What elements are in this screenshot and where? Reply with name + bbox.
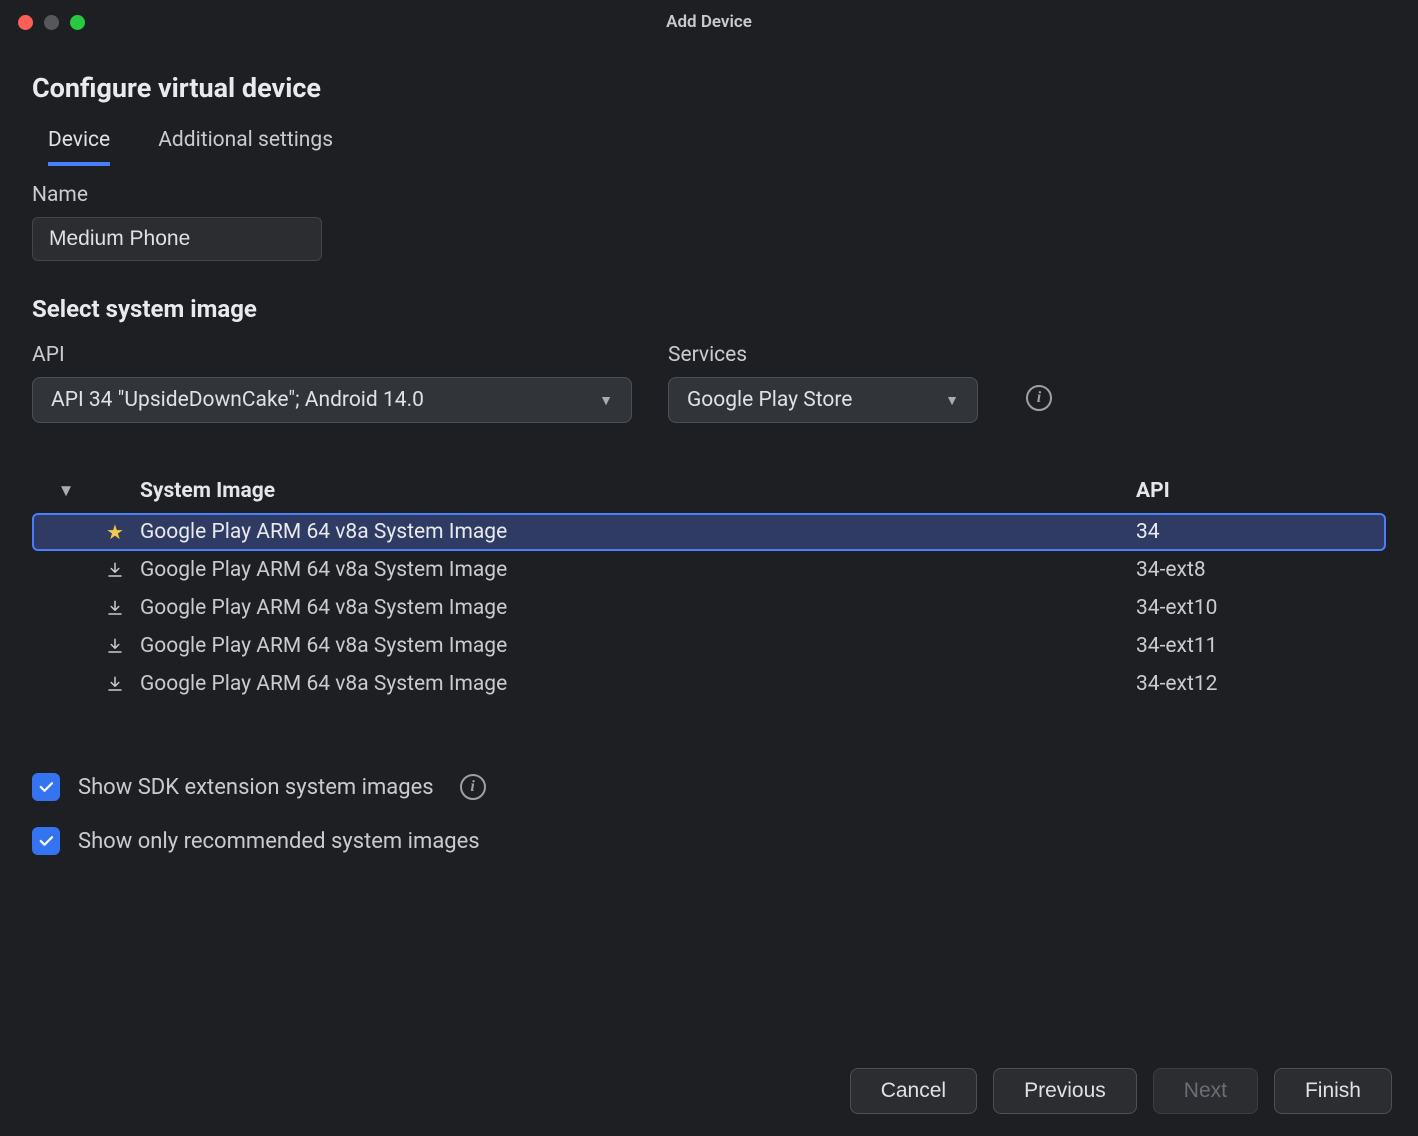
services-select[interactable]: Google Play Store ▼ bbox=[668, 377, 978, 423]
previous-button[interactable]: Previous bbox=[993, 1068, 1137, 1114]
image-name: Google Play ARM 64 v8a System Image bbox=[140, 672, 1136, 696]
table-row[interactable]: Google Play ARM 64 v8a System Image 34-e… bbox=[32, 627, 1386, 665]
table-header: ▼ System Image API bbox=[32, 469, 1386, 513]
info-icon[interactable]: i bbox=[460, 774, 486, 800]
name-label: Name bbox=[32, 183, 1386, 207]
tab-device[interactable]: Device bbox=[48, 128, 110, 166]
tab-additional-settings[interactable]: Additional settings bbox=[158, 128, 333, 165]
table-row[interactable]: Google Play ARM 64 v8a System Image 34-e… bbox=[32, 551, 1386, 589]
star-icon: ★ bbox=[106, 520, 124, 544]
column-header-system-image[interactable]: System Image bbox=[140, 479, 1136, 503]
api-select-value: API 34 "UpsideDownCake"; Android 14.0 bbox=[51, 388, 424, 412]
download-icon[interactable] bbox=[106, 637, 124, 655]
info-icon[interactable]: i bbox=[1026, 385, 1052, 411]
name-input[interactable] bbox=[32, 217, 322, 261]
cancel-button[interactable]: Cancel bbox=[850, 1068, 977, 1114]
checkmark-icon bbox=[37, 778, 55, 796]
chevron-down-icon: ▼ bbox=[599, 392, 613, 409]
image-api: 34 bbox=[1136, 520, 1376, 544]
page-title: Configure virtual device bbox=[32, 72, 1386, 104]
image-api: 34-ext10 bbox=[1136, 596, 1376, 620]
image-name: Google Play ARM 64 v8a System Image bbox=[140, 520, 1136, 544]
checkbox-show-sdk-extension[interactable] bbox=[32, 773, 60, 801]
chevron-down-icon[interactable]: ▼ bbox=[58, 481, 75, 501]
image-api: 34-ext11 bbox=[1136, 634, 1376, 658]
image-api: 34-ext12 bbox=[1136, 672, 1376, 696]
table-row[interactable]: ★ Google Play ARM 64 v8a System Image 34 bbox=[32, 513, 1386, 551]
system-image-table: ▼ System Image API ★ Google Play ARM 64 … bbox=[32, 469, 1386, 703]
api-label: API bbox=[32, 343, 632, 367]
api-select[interactable]: API 34 "UpsideDownCake"; Android 14.0 ▼ bbox=[32, 377, 632, 423]
image-name: Google Play ARM 64 v8a System Image bbox=[140, 558, 1136, 582]
section-select-system-image: Select system image bbox=[32, 295, 1386, 323]
checkmark-icon bbox=[37, 832, 55, 850]
download-icon[interactable] bbox=[106, 675, 124, 693]
download-icon[interactable] bbox=[106, 599, 124, 617]
window-titlebar: Add Device bbox=[0, 0, 1418, 44]
next-button: Next bbox=[1153, 1068, 1258, 1114]
checkbox-label-show-sdk-extension: Show SDK extension system images bbox=[78, 775, 434, 800]
column-header-api[interactable]: API bbox=[1136, 479, 1376, 503]
table-row[interactable]: Google Play ARM 64 v8a System Image 34-e… bbox=[32, 589, 1386, 627]
finish-button[interactable]: Finish bbox=[1274, 1068, 1392, 1114]
checkbox-show-recommended[interactable] bbox=[32, 827, 60, 855]
checkbox-label-show-recommended: Show only recommended system images bbox=[78, 829, 480, 854]
chevron-down-icon: ▼ bbox=[945, 392, 959, 409]
image-name: Google Play ARM 64 v8a System Image bbox=[140, 634, 1136, 658]
table-row[interactable]: Google Play ARM 64 v8a System Image 34-e… bbox=[32, 665, 1386, 703]
image-name: Google Play ARM 64 v8a System Image bbox=[140, 596, 1136, 620]
image-api: 34-ext8 bbox=[1136, 558, 1376, 582]
download-icon[interactable] bbox=[106, 561, 124, 579]
window-title: Add Device bbox=[0, 12, 1418, 32]
services-select-value: Google Play Store bbox=[687, 388, 852, 412]
services-label: Services bbox=[668, 343, 978, 367]
